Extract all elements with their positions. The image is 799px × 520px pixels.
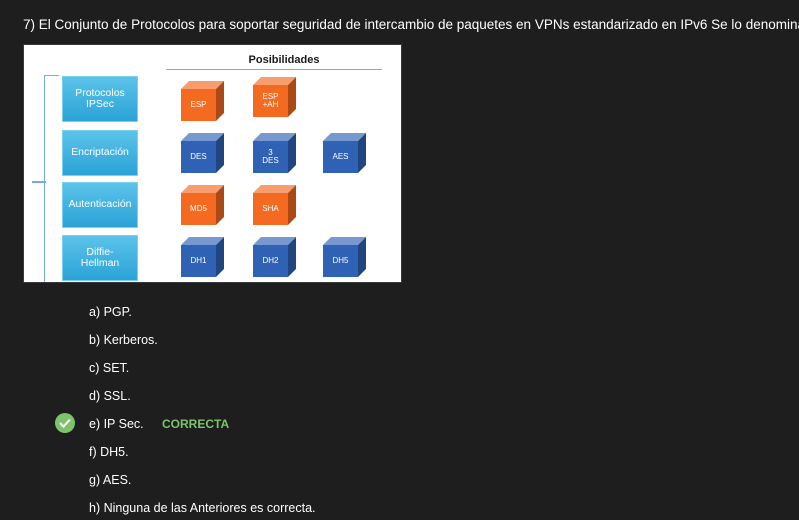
option-a[interactable]: a) PGP. — [89, 305, 132, 319]
cube-des: DES — [180, 131, 224, 175]
cube-sha: SHA — [252, 183, 296, 227]
category-encryption: Encriptación — [62, 130, 138, 176]
diagram-title: Posibilidades — [248, 54, 320, 66]
correct-badge: CORRECTA — [162, 417, 230, 431]
question-text: 7) El Conjunto de Protocolos para soport… — [23, 17, 799, 32]
cube-dh5: DH5 — [322, 235, 366, 279]
cube-esp: ESP — [180, 79, 224, 123]
option-d[interactable]: d) SSL. — [89, 389, 131, 403]
category-authentication: Autenticación — [62, 182, 138, 228]
cube-aes: AES — [322, 131, 366, 175]
category-ipsec: Protocolos IPSec — [62, 76, 138, 122]
option-f[interactable]: f) DH5. — [89, 445, 129, 459]
bracket-tick — [32, 181, 46, 183]
cube-dh1: DH1 — [180, 235, 224, 279]
cube-dh2: DH2 — [252, 235, 296, 279]
protocol-diagram: Posibilidades Protocolos IPSec Encriptac… — [23, 44, 402, 283]
title-rule — [166, 69, 382, 70]
check-circle-icon — [55, 413, 75, 433]
option-b[interactable]: b) Kerberos. — [89, 333, 158, 347]
cube-esp-ah: ESP +AH — [252, 75, 296, 119]
cube-md5: MD5 — [180, 183, 224, 227]
category-diffie-hellman: Diffie- Hellman — [62, 235, 138, 281]
option-c[interactable]: c) SET. — [89, 361, 129, 375]
option-g[interactable]: g) AES. — [89, 473, 131, 487]
option-e[interactable]: e) IP Sec. — [89, 417, 144, 431]
cube-3des: 3 DES — [252, 131, 296, 175]
left-bracket — [44, 75, 59, 282]
option-h[interactable]: h) Ninguna de las Anteriores es correcta… — [89, 501, 316, 515]
